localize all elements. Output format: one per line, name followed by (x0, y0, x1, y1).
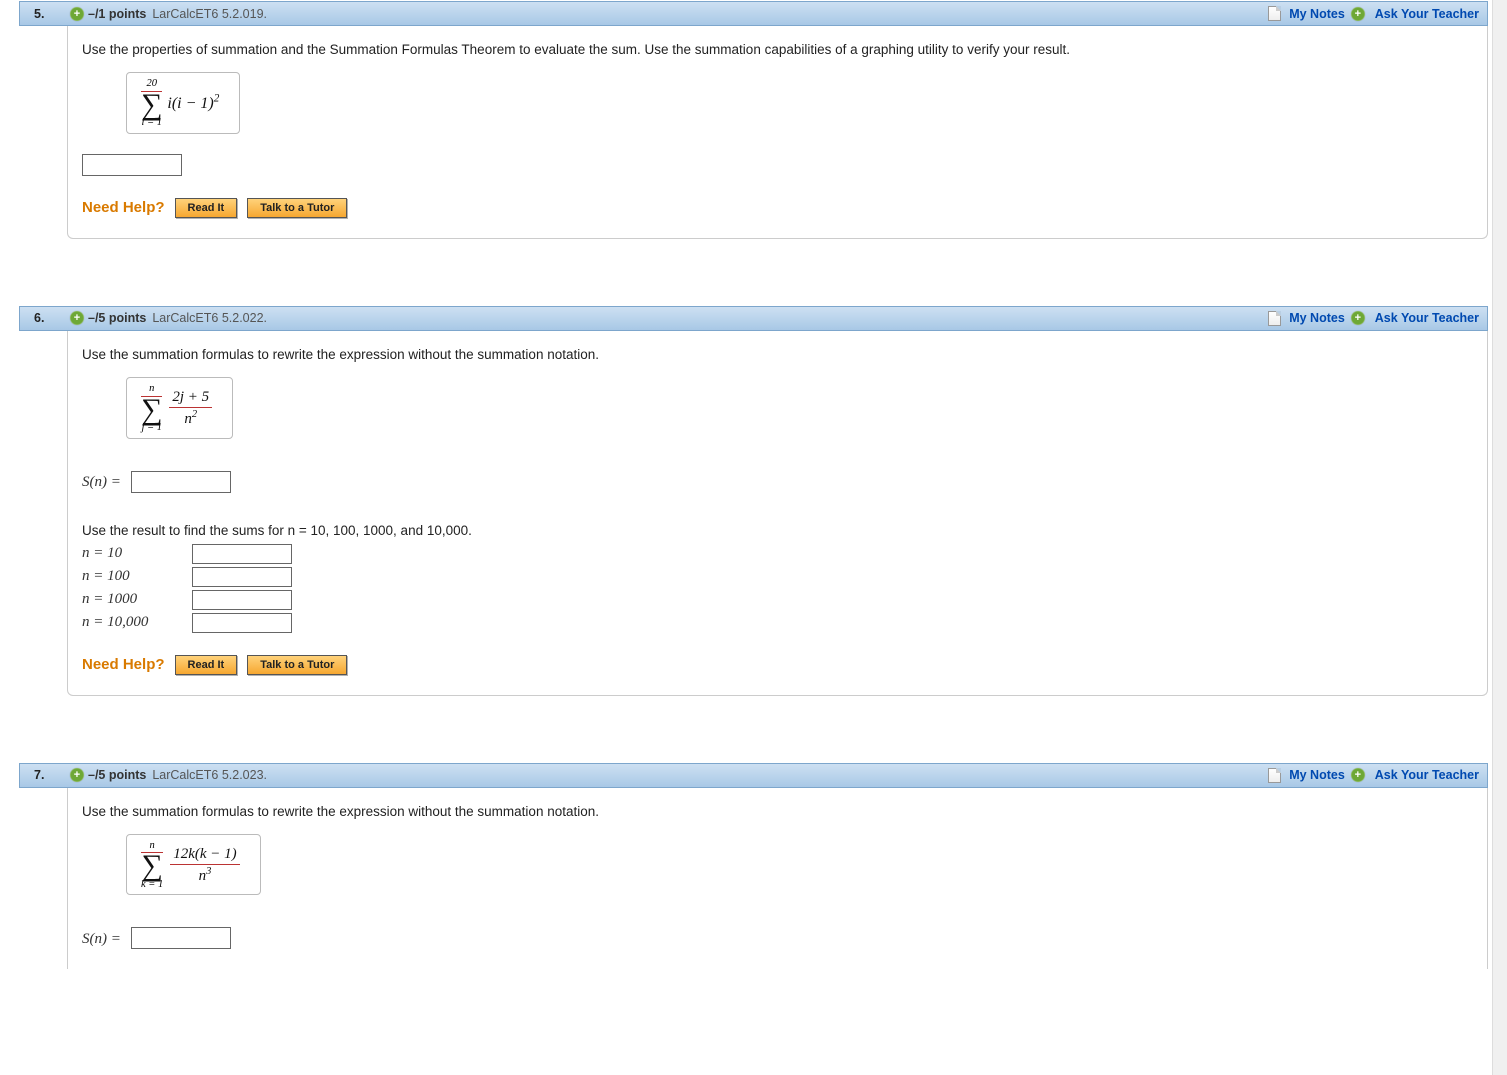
n-row: n = 10 (82, 544, 1473, 564)
formula-display: n ∑ k = 1 12k(k − 1) n3 (126, 834, 261, 896)
question-number: 7. (28, 768, 70, 782)
n-input-100[interactable] (192, 567, 292, 587)
notes-icon[interactable] (1268, 311, 1281, 326)
sn-row: S(n) = (82, 465, 1473, 493)
header-right-group: My Notes + Ask Your Teacher (1268, 768, 1479, 783)
talk-tutor-button[interactable]: Talk to a Tutor (247, 198, 347, 218)
n-label: n = 1000 (82, 591, 192, 608)
header-right-group: My Notes + Ask Your Teacher (1268, 6, 1479, 21)
n-row: n = 100 (82, 567, 1473, 587)
expand-icon[interactable]: + (70, 311, 84, 325)
prompt-text: Use the summation formulas to rewrite th… (82, 345, 1473, 365)
frac-numerator: 2j + 5 (169, 390, 212, 408)
plus-icon[interactable]: + (1351, 311, 1365, 325)
question-body: Use the summation formulas to rewrite th… (67, 331, 1488, 696)
plus-icon[interactable]: + (1351, 7, 1365, 21)
question-5: 5. + –/1 points LarCalcET6 5.2.019. My N… (18, 0, 1489, 240)
points-label: –/5 points (88, 311, 146, 325)
frac-numerator: 12k(k − 1) (170, 847, 239, 865)
n-label: n = 100 (82, 568, 192, 585)
ask-teacher-link[interactable]: Ask Your Teacher (1375, 768, 1479, 782)
frac-denominator: n3 (170, 865, 239, 885)
header-right-group: My Notes + Ask Your Teacher (1268, 311, 1479, 326)
prompt-text: Use the summation formulas to rewrite th… (82, 802, 1473, 822)
ask-teacher-link[interactable]: Ask Your Teacher (1375, 311, 1479, 325)
sn-input[interactable] (131, 471, 231, 493)
notes-icon[interactable] (1268, 768, 1281, 783)
sum-lower: j = 1 (141, 422, 162, 434)
read-it-button[interactable]: Read It (175, 198, 238, 218)
n-row: n = 1000 (82, 590, 1473, 610)
sigma-icon: 20 ∑ i = 1 (141, 79, 162, 129)
my-notes-link[interactable]: My Notes (1289, 7, 1345, 21)
my-notes-link[interactable]: My Notes (1289, 311, 1345, 325)
n-input-10000[interactable] (192, 613, 292, 633)
sum-lower: i = 1 (141, 117, 162, 129)
n-label: n = 10 (82, 545, 192, 562)
source-label: LarCalcET6 5.2.022. (152, 311, 267, 325)
expand-icon[interactable]: + (70, 7, 84, 21)
frac-denominator: n2 (169, 408, 212, 428)
question-number: 6. (28, 311, 70, 325)
points-label: –/5 points (88, 768, 146, 782)
formula-display: n ∑ j = 1 2j + 5 n2 (126, 377, 233, 439)
sn-label: S(n) = (82, 474, 121, 490)
question-header: 6. + –/5 points LarCalcET6 5.2.022. My N… (19, 306, 1488, 331)
need-help-label: Need Help? (82, 199, 165, 216)
sn-row: S(n) = (82, 921, 1473, 949)
question-7: 7. + –/5 points LarCalcET6 5.2.023. My N… (18, 762, 1489, 971)
question-body: Use the properties of summation and the … (67, 26, 1488, 239)
n-input-10[interactable] (192, 544, 292, 564)
scrollbar[interactable] (1492, 0, 1507, 1075)
sn-label: S(n) = (82, 931, 121, 947)
points-label: –/1 points (88, 7, 146, 21)
plus-icon[interactable]: + (1351, 768, 1365, 782)
need-help-row: Need Help? Read It Talk to a Tutor (82, 655, 1473, 675)
read-it-button[interactable]: Read It (175, 655, 238, 675)
question-header: 7. + –/5 points LarCalcET6 5.2.023. My N… (19, 763, 1488, 788)
n-row: n = 10,000 (82, 613, 1473, 633)
question-6: 6. + –/5 points LarCalcET6 5.2.022. My N… (18, 305, 1489, 697)
expand-icon[interactable]: + (70, 768, 84, 782)
formula-display: 20 ∑ i = 1 i(i − 1)2 (126, 72, 240, 134)
sigma-icon: n ∑ k = 1 (141, 841, 163, 891)
prompt-text: Use the properties of summation and the … (82, 40, 1473, 60)
sum-body: i(i − 1)2 (167, 95, 219, 112)
source-label: LarCalcET6 5.2.019. (152, 7, 267, 21)
need-help-label: Need Help? (82, 656, 165, 673)
talk-tutor-button[interactable]: Talk to a Tutor (247, 655, 347, 675)
fraction: 12k(k − 1) n3 (170, 847, 239, 885)
sub-prompt: Use the result to find the sums for n = … (82, 523, 1473, 538)
sum-lower: k = 1 (141, 879, 163, 891)
ask-teacher-link[interactable]: Ask Your Teacher (1375, 7, 1479, 21)
source-label: LarCalcET6 5.2.023. (152, 768, 267, 782)
question-body: Use the summation formulas to rewrite th… (67, 788, 1488, 970)
question-number: 5. (28, 7, 70, 21)
n-input-1000[interactable] (192, 590, 292, 610)
n-label: n = 10,000 (82, 614, 192, 631)
sigma-icon: n ∑ j = 1 (141, 384, 162, 434)
answer-row (82, 148, 1473, 176)
notes-icon[interactable] (1268, 6, 1281, 21)
need-help-row: Need Help? Read It Talk to a Tutor (82, 198, 1473, 218)
fraction: 2j + 5 n2 (169, 390, 212, 428)
question-header: 5. + –/1 points LarCalcET6 5.2.019. My N… (19, 1, 1488, 26)
sn-input[interactable] (131, 927, 231, 949)
answer-input[interactable] (82, 154, 182, 176)
my-notes-link[interactable]: My Notes (1289, 768, 1345, 782)
